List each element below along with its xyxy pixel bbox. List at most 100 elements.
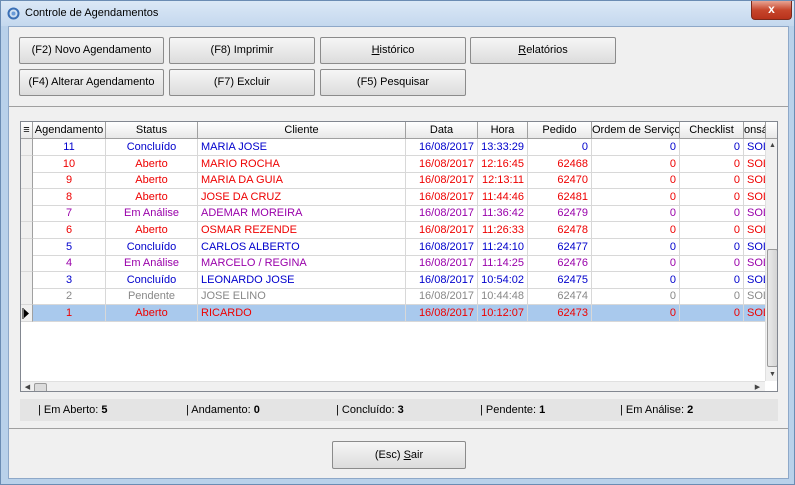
- cell-cliente[interactable]: ADEMAR MOREIRA: [198, 205, 406, 223]
- cell-pedido[interactable]: 62479: [528, 205, 592, 223]
- cell-status[interactable]: Aberto: [106, 172, 198, 190]
- table-row[interactable]: 7 Em Análise ADEMAR MOREIRA 16/08/2017 11:36…: [21, 205, 766, 223]
- edit-appointment-button[interactable]: (F4) Alterar Agendamento: [19, 69, 164, 96]
- cell-checklist[interactable]: 0: [680, 155, 744, 173]
- cell-data[interactable]: 16/08/2017: [406, 238, 478, 256]
- row-indicator[interactable]: [21, 205, 33, 223]
- cell-ordem-servico[interactable]: 0: [592, 288, 680, 306]
- print-button[interactable]: (F8) Imprimir: [169, 37, 315, 64]
- cell-cliente[interactable]: RICARDO: [198, 305, 406, 322]
- cell-ordem-servico[interactable]: 0: [592, 222, 680, 239]
- cell-hora[interactable]: 11:24:10: [478, 238, 528, 256]
- cell-responsavel[interactable]: SOL: [744, 305, 766, 322]
- cell-checklist[interactable]: 0: [680, 288, 744, 306]
- cell-pedido[interactable]: 62474: [528, 288, 592, 306]
- cell-responsavel[interactable]: SOL: [744, 139, 766, 156]
- cell-checklist[interactable]: 0: [680, 255, 744, 273]
- cell-checklist[interactable]: 0: [680, 271, 744, 289]
- cell-data[interactable]: 16/08/2017: [406, 205, 478, 223]
- col-pedido[interactable]: Pedido: [528, 122, 592, 139]
- cell-pedido[interactable]: 62478: [528, 222, 592, 239]
- cell-ordem-servico[interactable]: 0: [592, 155, 680, 173]
- cell-agendamento[interactable]: 9: [33, 172, 106, 190]
- cell-cliente[interactable]: MARIO ROCHA: [198, 155, 406, 173]
- horizontal-scroll-thumb[interactable]: [34, 383, 47, 391]
- scroll-left-icon[interactable]: ◀: [22, 382, 33, 391]
- cell-status[interactable]: Aberto: [106, 188, 198, 206]
- cell-cliente[interactable]: JOSE DA CRUZ: [198, 188, 406, 206]
- cell-status[interactable]: Aberto: [106, 305, 198, 322]
- scroll-up-icon[interactable]: ▲: [767, 140, 777, 151]
- cell-checklist[interactable]: 0: [680, 139, 744, 156]
- scroll-down-icon[interactable]: ▼: [767, 369, 777, 380]
- cell-responsavel[interactable]: SOL: [744, 222, 766, 239]
- cell-status[interactable]: Em Análise: [106, 255, 198, 273]
- cell-ordem-servico[interactable]: 0: [592, 305, 680, 322]
- cell-pedido[interactable]: 62481: [528, 188, 592, 206]
- cell-agendamento[interactable]: 1: [33, 305, 106, 322]
- col-ordem-servico[interactable]: Ordem de Serviço: [592, 122, 680, 139]
- cell-status[interactable]: Em Análise: [106, 205, 198, 223]
- cell-pedido[interactable]: 62476: [528, 255, 592, 273]
- cell-agendamento[interactable]: 11: [33, 139, 106, 156]
- cell-checklist[interactable]: 0: [680, 188, 744, 206]
- col-responsavel[interactable]: onsá: [744, 122, 766, 139]
- cell-agendamento[interactable]: 4: [33, 255, 106, 273]
- cell-data[interactable]: 16/08/2017: [406, 305, 478, 322]
- table-row[interactable]: 5 Concluído CARLOS ALBERTO 16/08/2017 11:24:…: [21, 238, 766, 256]
- cell-status[interactable]: Concluído: [106, 238, 198, 256]
- cell-ordem-servico[interactable]: 0: [592, 205, 680, 223]
- cell-checklist[interactable]: 0: [680, 238, 744, 256]
- cell-data[interactable]: 16/08/2017: [406, 271, 478, 289]
- col-status[interactable]: Status: [106, 122, 198, 139]
- cell-ordem-servico[interactable]: 0: [592, 188, 680, 206]
- row-indicator[interactable]: [21, 288, 33, 306]
- row-indicator[interactable]: [21, 222, 33, 239]
- vertical-scroll-thumb[interactable]: [767, 249, 777, 367]
- cell-responsavel[interactable]: SOL: [744, 155, 766, 173]
- row-indicator[interactable]: [21, 255, 33, 273]
- cell-hora[interactable]: 10:12:07: [478, 305, 528, 322]
- cell-pedido[interactable]: 62473: [528, 305, 592, 322]
- row-indicator[interactable]: [21, 172, 33, 190]
- cell-hora[interactable]: 12:13:11: [478, 172, 528, 190]
- cell-status[interactable]: Aberto: [106, 222, 198, 239]
- table-row[interactable]: 11 Concluído MARIA JOSE 16/08/2017 13:33:29 0…: [21, 139, 766, 156]
- cell-ordem-servico[interactable]: 0: [592, 255, 680, 273]
- cell-checklist[interactable]: 0: [680, 305, 744, 322]
- cell-cliente[interactable]: OSMAR REZENDE: [198, 222, 406, 239]
- cell-hora[interactable]: 13:33:29: [478, 139, 528, 156]
- history-button[interactable]: Histórico: [320, 37, 466, 64]
- row-indicator[interactable]: [21, 155, 33, 173]
- cell-responsavel[interactable]: SOL: [744, 288, 766, 306]
- cell-agendamento[interactable]: 7: [33, 205, 106, 223]
- cell-hora[interactable]: 11:14:25: [478, 255, 528, 273]
- cell-agendamento[interactable]: 2: [33, 288, 106, 306]
- cell-ordem-servico[interactable]: 0: [592, 271, 680, 289]
- cell-status[interactable]: Aberto: [106, 155, 198, 173]
- cell-agendamento[interactable]: 8: [33, 188, 106, 206]
- table-row[interactable]: 6 Aberto OSMAR REZENDE 16/08/2017 11:26:33 62…: [21, 222, 766, 239]
- cell-data[interactable]: 16/08/2017: [406, 288, 478, 306]
- cell-ordem-servico[interactable]: 0: [592, 139, 680, 156]
- cell-cliente[interactable]: MARIA DA GUIA: [198, 172, 406, 190]
- cell-agendamento[interactable]: 10: [33, 155, 106, 173]
- table-row[interactable]: 4 Em Análise MARCELO / REGINA 16/08/2017 11:…: [21, 255, 766, 273]
- cell-data[interactable]: 16/08/2017: [406, 155, 478, 173]
- cell-agendamento[interactable]: 5: [33, 238, 106, 256]
- cell-checklist[interactable]: 0: [680, 222, 744, 239]
- cell-hora[interactable]: 12:16:45: [478, 155, 528, 173]
- cell-status[interactable]: Pendente: [106, 288, 198, 306]
- cell-checklist[interactable]: 0: [680, 205, 744, 223]
- exit-button[interactable]: (Esc) Sair: [332, 441, 466, 469]
- menu-icon[interactable]: ≡: [21, 122, 33, 139]
- cell-data[interactable]: 16/08/2017: [406, 188, 478, 206]
- col-hora[interactable]: Hora: [478, 122, 528, 139]
- cell-pedido[interactable]: 62470: [528, 172, 592, 190]
- horizontal-scrollbar[interactable]: ◀ ▶: [21, 381, 765, 391]
- cell-pedido[interactable]: 0: [528, 139, 592, 156]
- cell-data[interactable]: 16/08/2017: [406, 255, 478, 273]
- table-row[interactable]: 3 Concluído LEONARDO JOSE 16/08/2017 10:54:0…: [21, 271, 766, 289]
- close-button[interactable]: x: [751, 1, 792, 20]
- delete-button[interactable]: (F7) Excluir: [169, 69, 315, 96]
